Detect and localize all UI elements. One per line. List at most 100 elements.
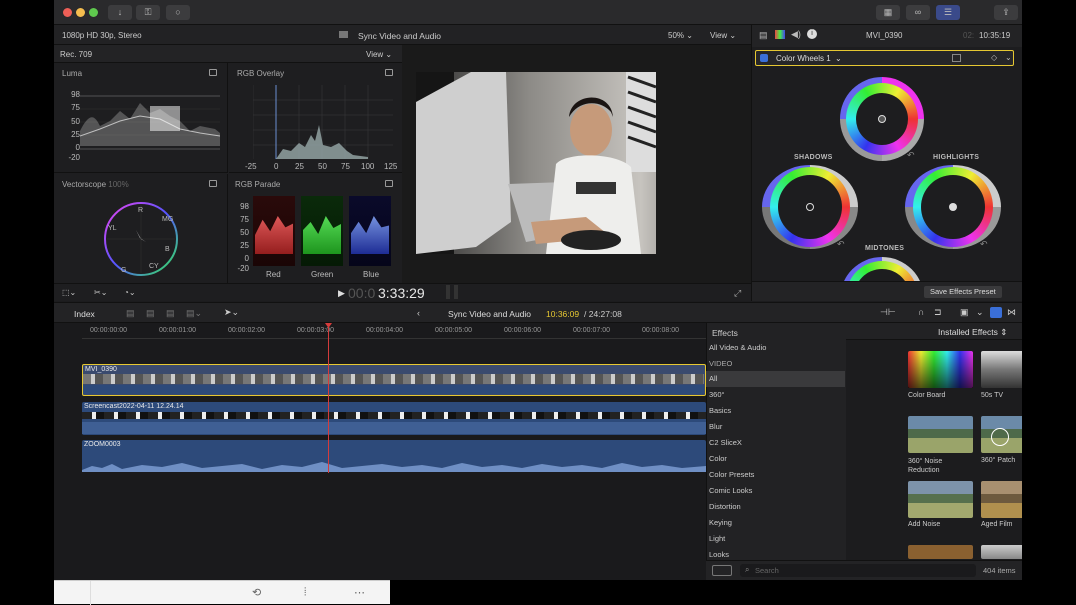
scopes-view-menu[interactable]: View ⌄ — [366, 50, 392, 59]
glasses-icon[interactable]: ∞ — [906, 5, 930, 20]
effect-thumb-color-board[interactable] — [908, 351, 973, 388]
ruler-label: 00:00:02:00 — [228, 327, 265, 334]
overlay-tick: 100 — [361, 162, 375, 171]
category-comic-looks[interactable]: Comic Looks — [706, 483, 840, 499]
reset-icon[interactable]: ↶ — [907, 150, 915, 161]
key-icon[interactable]: ⚿ — [136, 5, 160, 20]
crop-menu-icon[interactable]: ⬚⌄ — [62, 288, 76, 297]
timeline-settings-icon[interactable]: ⌄ — [976, 307, 984, 318]
effect-thumb-next[interactable] — [981, 545, 1022, 559]
share-icon[interactable]: ⇪ — [994, 5, 1018, 20]
grid-icon[interactable]: ▦ — [876, 5, 900, 20]
category-distortion[interactable]: Distortion — [706, 499, 840, 515]
overlay-tick: 50 — [318, 162, 327, 171]
shadows-color-wheel[interactable] — [770, 167, 850, 247]
global-puck[interactable] — [878, 115, 886, 123]
circle-icon[interactable]: ○ — [166, 5, 190, 20]
skimming-icon[interactable]: ⊣⊢ — [880, 307, 896, 318]
timecode-bar-1 — [446, 285, 450, 299]
luma-tick: 50 — [71, 117, 80, 126]
category-looks[interactable]: Looks — [706, 547, 840, 559]
keyframe-icon[interactable]: ◇ — [991, 53, 997, 62]
shadows-puck[interactable] — [806, 203, 814, 211]
transform-menu-icon[interactable]: ✂⌄ — [94, 288, 107, 297]
installed-effects-dropdown[interactable]: Installed Effects ⇕ — [938, 327, 1007, 338]
audio-clip[interactable]: ZOOM0003 — [82, 440, 706, 472]
effect-thumb-50s-tv[interactable] — [981, 351, 1022, 388]
video-clip[interactable]: MVI_0390 — [82, 364, 706, 396]
category-c2-slicex[interactable]: C2 SliceX — [706, 435, 840, 451]
zoom-window-button[interactable] — [89, 8, 98, 17]
category-all[interactable]: All — [706, 371, 845, 387]
inspector-duration: 10:35:19 — [979, 31, 1011, 40]
vectorscope: Vectorscope 100% R MG B CY G YL — [54, 174, 228, 283]
ruler-label: 00:00:05:00 — [435, 327, 472, 334]
category-blur[interactable]: Blur — [706, 419, 840, 435]
reset-icon[interactable]: ↶ — [980, 239, 988, 250]
minimize-window-button[interactable] — [76, 8, 85, 17]
category-light[interactable]: Light — [706, 531, 840, 547]
screencast-clip[interactable]: Screencast2022-04-11 12.24.14 — [82, 402, 706, 435]
effect-selector[interactable]: Color Wheels 1 ⌄ ◇ ⌄ — [755, 50, 1014, 66]
snapping-icon[interactable]: ⊐ — [934, 307, 942, 318]
scope-settings-icon[interactable] — [385, 180, 393, 187]
effect-thumb-360-patch[interactable] — [981, 416, 1022, 453]
info-icon[interactable]: i — [807, 29, 817, 39]
sidebar-toggle-icon[interactable] — [712, 565, 732, 576]
category-all-video-audio[interactable]: All Video & Audio — [706, 340, 840, 356]
speed-menu-icon[interactable]: ◔⌄ — [124, 288, 136, 297]
global-color-wheel[interactable] — [846, 83, 918, 155]
download-icon[interactable]: ↓ — [108, 5, 132, 20]
chevron-down-icon[interactable]: ⌄ — [835, 54, 842, 63]
scope-settings-icon[interactable] — [209, 180, 217, 187]
effects-search-input[interactable]: ⌕ Search — [740, 564, 976, 577]
inspector-clip-name: MVI_0390 — [866, 31, 903, 40]
luma-waveform — [80, 95, 220, 150]
chevron-down-icon[interactable]: ⌄ — [1005, 53, 1012, 62]
effect-thumb-360-noise-reduction[interactable] — [908, 416, 973, 453]
back-arrow-icon[interactable]: ‹ — [417, 308, 420, 318]
playhead[interactable] — [328, 323, 329, 473]
effects-browser-icon[interactable] — [990, 307, 1002, 318]
category-basics[interactable]: Basics — [706, 403, 840, 419]
scope-settings-icon[interactable] — [385, 69, 393, 76]
reset-icon[interactable]: ↶ — [837, 239, 845, 250]
connect-clip-icon[interactable]: ▤ — [126, 308, 135, 319]
color-icon[interactable] — [775, 30, 785, 39]
append-clip-icon[interactable]: ▤ — [166, 308, 175, 319]
play-button[interactable]: ▶ — [338, 288, 345, 299]
trim-icon[interactable]: ⦙ — [304, 586, 306, 599]
viewer-view-menu[interactable]: View ⌄ — [710, 31, 736, 40]
mask-icon[interactable] — [952, 54, 961, 62]
effect-enable-checkbox[interactable] — [760, 54, 768, 62]
category-keying[interactable]: Keying — [706, 515, 840, 531]
close-window-button[interactable] — [63, 8, 72, 17]
effect-thumb-add-noise[interactable] — [908, 481, 973, 518]
insert-clip-icon[interactable]: ▤ — [146, 308, 155, 319]
audio-icon[interactable]: ◀) — [791, 29, 801, 40]
zoom-dropdown[interactable]: 50% ⌄ — [668, 31, 693, 40]
video-frame[interactable] — [416, 72, 737, 254]
save-effects-preset-button[interactable]: Save Effects Preset — [924, 286, 1002, 298]
clip-appearance-icon[interactable]: ▣ — [960, 307, 969, 318]
luma-tick: 75 — [71, 103, 80, 112]
overwrite-clip-icon[interactable]: ▤⌄ — [186, 308, 202, 319]
index-button[interactable]: Index — [74, 309, 95, 319]
effect-thumb-next[interactable] — [908, 545, 973, 559]
scope-settings-icon[interactable] — [209, 69, 217, 76]
category-color-presets[interactable]: Color Presets — [706, 467, 840, 483]
select-tool-icon[interactable]: ➤⌄ — [224, 307, 239, 318]
film-icon[interactable]: ▤ — [759, 30, 768, 41]
effect-thumb-aged-film[interactable] — [981, 481, 1022, 518]
highlights-color-wheel[interactable] — [913, 167, 993, 247]
category-360[interactable]: 360° — [706, 387, 840, 403]
fullscreen-icon[interactable]: ⤢ — [734, 288, 741, 299]
headphones-icon[interactable]: ∩ — [918, 307, 924, 317]
highlights-puck[interactable] — [949, 203, 957, 211]
more-options-icon[interactable]: ⋯ — [354, 586, 365, 599]
rotate-icon[interactable]: ⟲ — [252, 586, 261, 599]
sliders-icon[interactable]: ☰ — [936, 5, 960, 20]
effect-label: Aged Film — [981, 521, 1013, 528]
category-color[interactable]: Color — [706, 451, 840, 467]
transitions-browser-icon[interactable]: ⋈ — [1007, 307, 1016, 318]
